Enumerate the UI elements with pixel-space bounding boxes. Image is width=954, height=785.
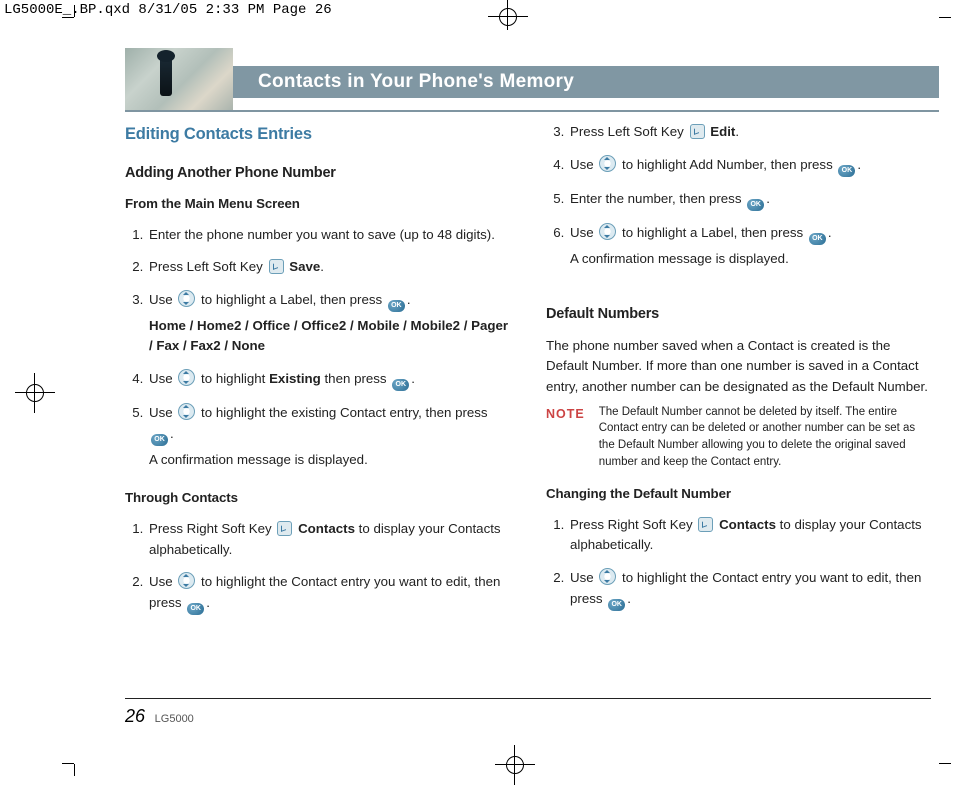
registration-mark — [15, 373, 55, 413]
nav-icon — [178, 369, 195, 386]
step-text: to highlight a Label, then press — [622, 225, 807, 240]
softkey-icon — [277, 521, 292, 536]
paragraph: The phone number saved when a Contact is… — [546, 336, 931, 398]
header-rule — [125, 110, 939, 112]
section-title: Editing Contacts Entries — [125, 122, 510, 148]
steps-through-contacts: Press Right Soft Key Contacts to display… — [125, 519, 510, 627]
step: Press Right Soft Key Contacts to display… — [147, 519, 510, 572]
step-text: Use — [149, 405, 176, 420]
note-label: NOTE — [546, 404, 585, 471]
nav-icon — [178, 403, 195, 420]
heading-from-main-menu: From the Main Menu Screen — [125, 194, 510, 215]
step-text: to highlight a Label, then press — [201, 292, 386, 307]
footer: 26 LG5000 — [125, 706, 194, 727]
heading-adding-number: Adding Another Phone Number — [125, 162, 510, 184]
step: Press Right Soft Key Contacts to display… — [568, 515, 931, 568]
heading-default-numbers: Default Numbers — [546, 303, 931, 325]
steps-from-main-menu: Enter the phone number you want to save … — [125, 225, 510, 483]
step-bold: Contacts — [298, 521, 355, 536]
header-photo — [125, 48, 233, 110]
step: Use to highlight a Label, then press OK.… — [568, 223, 931, 282]
note-text: The Default Number cannot be deleted by … — [599, 404, 931, 471]
page-number: 26 — [125, 706, 145, 726]
step-bold: Contacts — [719, 517, 776, 532]
nav-icon — [599, 155, 616, 172]
step-text: then press — [321, 371, 390, 386]
step-text: Use — [149, 292, 176, 307]
page-body: Contacts in Your Phone's Memory Editing … — [75, 30, 939, 766]
nav-icon — [178, 572, 195, 589]
content-columns: Editing Contacts Entries Adding Another … — [75, 122, 939, 627]
steps-through-contacts-cont: Press Left Soft Key Edit. Use to highlig… — [546, 122, 931, 281]
step-text: to highlight Add Number, then press — [622, 157, 836, 172]
step-text: Use — [570, 225, 597, 240]
crop-mark — [74, 5, 75, 17]
nav-icon — [178, 290, 195, 307]
ok-icon: OK — [608, 599, 625, 611]
step: Press Left Soft Key Save. — [147, 257, 510, 290]
nav-icon — [599, 568, 616, 585]
crop-mark — [939, 763, 951, 764]
steps-change-default: Press Right Soft Key Contacts to display… — [546, 515, 931, 623]
softkey-icon — [269, 259, 284, 274]
softkey-icon — [690, 124, 705, 139]
ok-icon: OK — [151, 434, 168, 446]
step-text: Press Left Soft Key — [570, 124, 688, 139]
step: Use to highlight a Label, then press OK.… — [147, 290, 510, 369]
ok-icon: OK — [838, 165, 855, 177]
step-text: Enter the phone number you want to save … — [149, 227, 495, 242]
step-text: to highlight the existing Contact entry,… — [201, 405, 488, 420]
crop-mark — [62, 763, 74, 764]
step-text: Use — [570, 570, 597, 585]
label-options: Home / Home2 / Office / Office2 / Mobile… — [149, 318, 508, 354]
step: Use to highlight Existing then press OK. — [147, 369, 510, 403]
step-bold: Edit — [710, 124, 735, 139]
ok-icon: OK — [809, 233, 826, 245]
step: Use to highlight Add Number, then press … — [568, 155, 931, 189]
step-text: Enter the number, then press — [570, 191, 745, 206]
note-block: NOTE The Default Number cannot be delete… — [546, 404, 931, 471]
step-text: A confirmation message is displayed. — [570, 245, 931, 270]
step: Enter the phone number you want to save … — [147, 225, 510, 258]
page-title: Contacts in Your Phone's Memory — [233, 66, 939, 98]
step-text: A confirmation message is displayed. — [149, 446, 510, 471]
step-text: Press Left Soft Key — [149, 259, 267, 274]
ok-icon: OK — [388, 300, 405, 312]
step-bold: Save — [289, 259, 320, 274]
ok-icon: OK — [747, 199, 764, 211]
step-text: Press Right Soft Key — [149, 521, 275, 536]
heading-through-contacts: Through Contacts — [125, 488, 510, 509]
right-column: Press Left Soft Key Edit. Use to highlig… — [546, 122, 931, 627]
nav-icon — [599, 223, 616, 240]
ok-icon: OK — [187, 603, 204, 615]
footer-model: LG5000 — [155, 713, 194, 725]
footer-rule — [125, 698, 931, 699]
step-text: Press Right Soft Key — [570, 517, 696, 532]
step: Press Left Soft Key Edit. — [568, 122, 931, 155]
heading-change-default: Changing the Default Number — [546, 484, 931, 505]
step-text: Use — [149, 574, 176, 589]
step: Enter the number, then press OK. — [568, 189, 931, 223]
step-text: to highlight — [201, 371, 269, 386]
step: Use to highlight the Contact entry you w… — [147, 572, 510, 627]
step-text: Use — [149, 371, 176, 386]
step: Use to highlight the existing Contact en… — [147, 403, 510, 482]
left-column: Editing Contacts Entries Adding Another … — [125, 122, 510, 627]
crop-mark — [62, 17, 74, 18]
crop-mark — [939, 17, 951, 18]
step-text: Use — [570, 157, 597, 172]
print-slug: LG5000E_.BP.qxd 8/31/05 2:33 PM Page 26 — [4, 2, 332, 18]
step: Use to highlight the Contact entry you w… — [568, 568, 931, 623]
step-bold: Existing — [269, 371, 321, 386]
ok-icon: OK — [392, 379, 409, 391]
softkey-icon — [698, 517, 713, 532]
header: Contacts in Your Phone's Memory — [75, 30, 939, 98]
